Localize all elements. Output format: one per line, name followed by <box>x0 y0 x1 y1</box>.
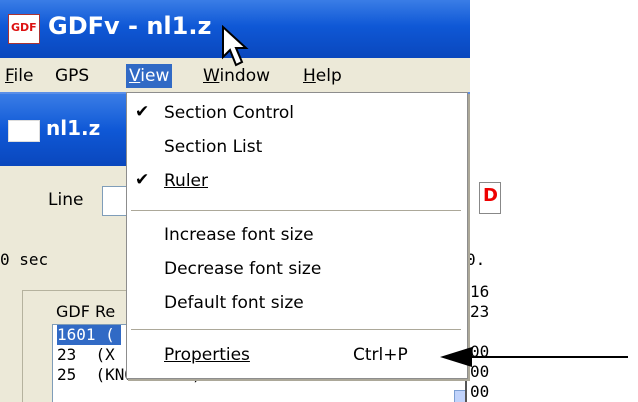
menu-item-section-control[interactable]: ✔ Section Control <box>127 99 467 129</box>
menu-help[interactable]: Help <box>300 64 345 88</box>
table-cell: 00 <box>470 382 490 401</box>
menu-item-decrease-font[interactable]: Decrease font size <box>127 255 467 285</box>
menu-item-ruler[interactable]: ✔ Ruler <box>127 167 467 197</box>
menu-item-increase-font[interactable]: Increase font size <box>127 221 467 251</box>
ruler-value: 0. <box>466 250 486 269</box>
list-item[interactable]: 23 (X <box>57 345 115 365</box>
app-icon[interactable]: GDF <box>8 14 40 44</box>
line-label: Line <box>48 190 84 210</box>
group-box-label: GDF Re <box>56 302 116 321</box>
list-item[interactable]: 1601 ( <box>57 325 121 345</box>
menu-separator <box>131 210 461 211</box>
data-table: 16 23 00 00 00 <box>465 282 490 402</box>
table-cell: 16 <box>470 282 490 301</box>
table-cell: 00 <box>470 362 490 381</box>
table-cell: 23 <box>470 302 490 321</box>
check-icon: ✔ <box>135 170 150 190</box>
document-icon <box>8 120 40 142</box>
menu-view[interactable]: View <box>126 64 173 88</box>
shortcut-label: Ctrl+P <box>353 345 408 365</box>
view-menu-dropdown: ✔ Section Control Section List ✔ Ruler I… <box>126 92 468 379</box>
d-indicator[interactable]: D <box>479 182 501 214</box>
annotation-arrow-head <box>440 347 472 367</box>
menu-file[interactable]: File <box>2 64 36 88</box>
menu-gps[interactable]: GPS <box>52 64 92 88</box>
menu-item-default-font[interactable]: Default font size <box>127 289 467 319</box>
check-icon: ✔ <box>135 102 150 122</box>
child-window-title: nl1.z <box>46 116 101 140</box>
table-cell: 00 <box>470 342 490 361</box>
mouse-cursor-icon <box>222 25 249 67</box>
menu-separator <box>131 329 461 330</box>
menu-item-properties[interactable]: Properties Ctrl+P <box>127 341 467 371</box>
annotation-arrow-line <box>472 356 628 358</box>
app-icon-text: GDF <box>11 21 37 34</box>
window-title: GDFv - nl1.z <box>48 12 212 40</box>
menu-item-section-list[interactable]: Section List <box>127 133 467 163</box>
time-ruler-label: 0 sec <box>0 250 49 269</box>
